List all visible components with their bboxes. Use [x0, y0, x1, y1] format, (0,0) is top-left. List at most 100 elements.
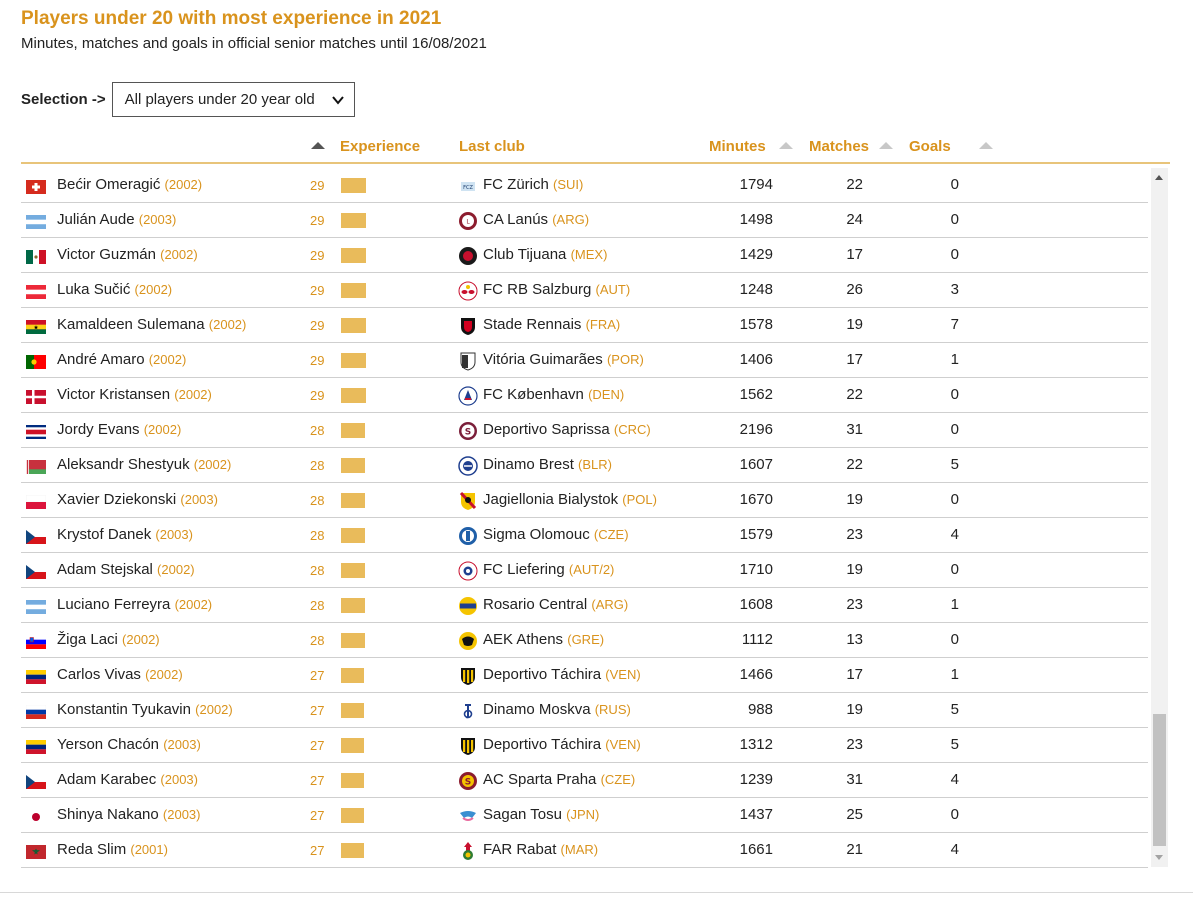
table-row[interactable]: Luciano Ferreyra (2002) 28 Rosario Central… [21, 588, 1148, 623]
scroll-down-arrow-icon[interactable] [1155, 855, 1163, 860]
goals-value: 4 [950, 526, 959, 543]
player-name[interactable]: Yerson Chacón (2003) [57, 736, 201, 753]
club-name[interactable]: Stade Rennais (FRA) [483, 316, 620, 333]
table-row[interactable]: Žiga Laci (2002) 28 AEK Athens (GRE) 1112 13… [21, 623, 1148, 658]
table-row[interactable]: Victor Kristansen (2002) 29 FC København (… [21, 378, 1148, 413]
matches-value: 24 [846, 211, 863, 228]
player-name[interactable]: Adam Karabec (2003) [57, 771, 198, 788]
birth-year: (2002) [193, 457, 232, 472]
player-name[interactable]: Victor Guzmán (2002) [57, 246, 198, 263]
club-name[interactable]: Dinamo Moskva (RUS) [483, 701, 631, 718]
player-name[interactable]: Xavier Dziekonski (2003) [57, 491, 218, 508]
club-name[interactable]: FC RB Salzburg (AUT) [483, 281, 630, 298]
player-name[interactable]: André Amaro (2002) [57, 351, 186, 368]
player-name[interactable]: Adam Stejskal (2002) [57, 561, 195, 578]
sort-rank-icon[interactable] [311, 142, 325, 149]
goals-value: 0 [950, 421, 959, 438]
table-row[interactable]: Konstantin Tyukavin (2002) 27 Dinamo Moskv… [21, 693, 1148, 728]
club-name[interactable]: Sagan Tosu (JPN) [483, 806, 599, 823]
selection-label: Selection -> [21, 91, 106, 108]
club-name[interactable]: FC Liefering (AUT/2) [483, 561, 614, 578]
club-name[interactable]: FC Zürich (SUI) [483, 176, 583, 193]
argentina-flag [26, 215, 46, 229]
header-goals[interactable]: Goals [909, 138, 951, 155]
table-row[interactable]: Adam Stejskal (2002) 28 FC Liefering (AUT/… [21, 553, 1148, 588]
table-row[interactable]: Krystof Danek (2003) 28 Sigma Olomouc (CZE… [21, 518, 1148, 553]
table-row[interactable]: Reda Slim (2001) 27 FAR Rabat (MAR) 1661 21 4 [21, 833, 1148, 868]
table-scrollbar[interactable] [1151, 168, 1168, 867]
club-country: (VEN) [605, 667, 641, 682]
club-name[interactable]: Deportivo Táchira (VEN) [483, 736, 641, 753]
player-name[interactable]: Konstantin Tyukavin (2002) [57, 701, 233, 718]
club-name[interactable]: Vitória Guimarães (POR) [483, 351, 644, 368]
slovenia-flag [26, 635, 46, 649]
minutes-value: 1710 [739, 561, 773, 578]
portugal-flag [26, 355, 46, 369]
header-experience[interactable]: Experience [340, 138, 420, 155]
club-name[interactable]: Jagiellonia Bialystok (POL) [483, 491, 657, 508]
minutes-value: 1607 [739, 456, 773, 473]
table-row[interactable]: Adam Karabec (2003) 27 S AC Sparta Praha (C… [21, 763, 1148, 798]
birth-year: (2001) [130, 842, 168, 857]
player-name[interactable]: Carlos Vivas (2002) [57, 666, 183, 683]
matches-value: 23 [846, 596, 863, 613]
player-name[interactable]: Shinya Nakano (2003) [57, 806, 200, 823]
experience-value: 27 [310, 703, 325, 718]
player-name[interactable]: Reda Slim (2001) [57, 841, 168, 858]
table-row[interactable]: Aleksandr Shestyuk (2002) 28 Dinamo Brest … [21, 448, 1148, 483]
player-name[interactable]: Victor Kristansen (2002) [57, 386, 212, 403]
player-name[interactable]: Žiga Laci (2002) [57, 631, 160, 648]
table-row[interactable]: Victor Guzmán (2002) 29 Club Tijuana (MEX)… [21, 238, 1148, 273]
goals-value: 0 [950, 561, 959, 578]
player-name[interactable]: Aleksandr Shestyuk (2002) [57, 456, 231, 473]
scroll-up-arrow-icon[interactable] [1155, 175, 1163, 180]
table-row[interactable]: Jordy Evans (2002) 28 S Deportivo Saprissa … [21, 413, 1148, 448]
table-row[interactable]: Carlos Vivas (2002) 27 Deportivo Táchira (… [21, 658, 1148, 693]
player-name[interactable]: Krystof Danek (2003) [57, 526, 193, 543]
scroll-thumb[interactable] [1153, 714, 1166, 846]
player-name[interactable]: Kamaldeen Sulemana (2002) [57, 316, 246, 333]
player-name[interactable]: Jordy Evans (2002) [57, 421, 181, 438]
header-matches[interactable]: Matches [809, 138, 869, 155]
club-name[interactable]: Dinamo Brest (BLR) [483, 456, 612, 473]
player-name[interactable]: Bećir Omeragić (2002) [57, 176, 202, 193]
table-row[interactable]: Julián Aude (2003) 29 L CA Lanús (ARG) 1498 2… [21, 203, 1148, 238]
club-name[interactable]: AC Sparta Praha (CZE) [483, 771, 635, 788]
experience-value: 28 [310, 563, 325, 578]
club-name[interactable]: FAR Rabat (MAR) [483, 841, 598, 858]
table-row[interactable]: Xavier Dziekonski (2003) 28 Jagiellonia Bi… [21, 483, 1148, 518]
sort-minutes-icon[interactable] [779, 142, 793, 149]
experience-bar [341, 423, 365, 438]
fc-zurich-logo: FCZ [458, 176, 478, 196]
poland-flag [26, 495, 46, 509]
sort-matches-icon[interactable] [879, 142, 893, 149]
goals-value: 5 [950, 701, 959, 718]
club-name[interactable]: FC København (DEN) [483, 386, 624, 403]
table-row[interactable]: Bećir Omeragić (2002) 29 FCZ FC Zürich (SUI… [21, 168, 1148, 203]
player-name[interactable]: Julián Aude (2003) [57, 211, 176, 228]
header-last-club[interactable]: Last club [459, 138, 525, 155]
goals-value: 3 [950, 281, 959, 298]
header-minutes[interactable]: Minutes [709, 138, 766, 155]
club-name[interactable]: AEK Athens (GRE) [483, 631, 604, 648]
table-row[interactable]: Shinya Nakano (2003) 27 Sagan Tosu (JPN) 14… [21, 798, 1148, 833]
club-name[interactable]: Club Tijuana (MEX) [483, 246, 607, 263]
minutes-value: 1578 [739, 316, 773, 333]
svg-text:FCZ: FCZ [463, 185, 473, 191]
sort-goals-icon[interactable] [979, 142, 993, 149]
player-selection-dropdown[interactable]: All players under 20 year old [111, 82, 355, 117]
player-name[interactable]: Luka Sučić (2002) [57, 281, 172, 298]
player-name[interactable]: Luciano Ferreyra (2002) [57, 596, 212, 613]
club-name[interactable]: Rosario Central (ARG) [483, 596, 628, 613]
minutes-value: 1239 [739, 771, 773, 788]
experience-bar [341, 738, 364, 753]
table-row[interactable]: Kamaldeen Sulemana (2002) 29 Stade Rennais… [21, 308, 1148, 343]
club-name[interactable]: CA Lanús (ARG) [483, 211, 589, 228]
table-row[interactable]: Yerson Chacón (2003) 27 Deportivo Táchira … [21, 728, 1148, 763]
table-row[interactable]: Luka Sučić (2002) 29 FC RB Salzburg (AUT) 1… [21, 273, 1148, 308]
club-name[interactable]: Sigma Olomouc (CZE) [483, 526, 629, 543]
table-row[interactable]: André Amaro (2002) 29 Vitória Guimarães (P… [21, 343, 1148, 378]
argentina-flag [26, 600, 46, 614]
club-name[interactable]: Deportivo Táchira (VEN) [483, 666, 641, 683]
club-name[interactable]: Deportivo Saprissa (CRC) [483, 421, 651, 438]
